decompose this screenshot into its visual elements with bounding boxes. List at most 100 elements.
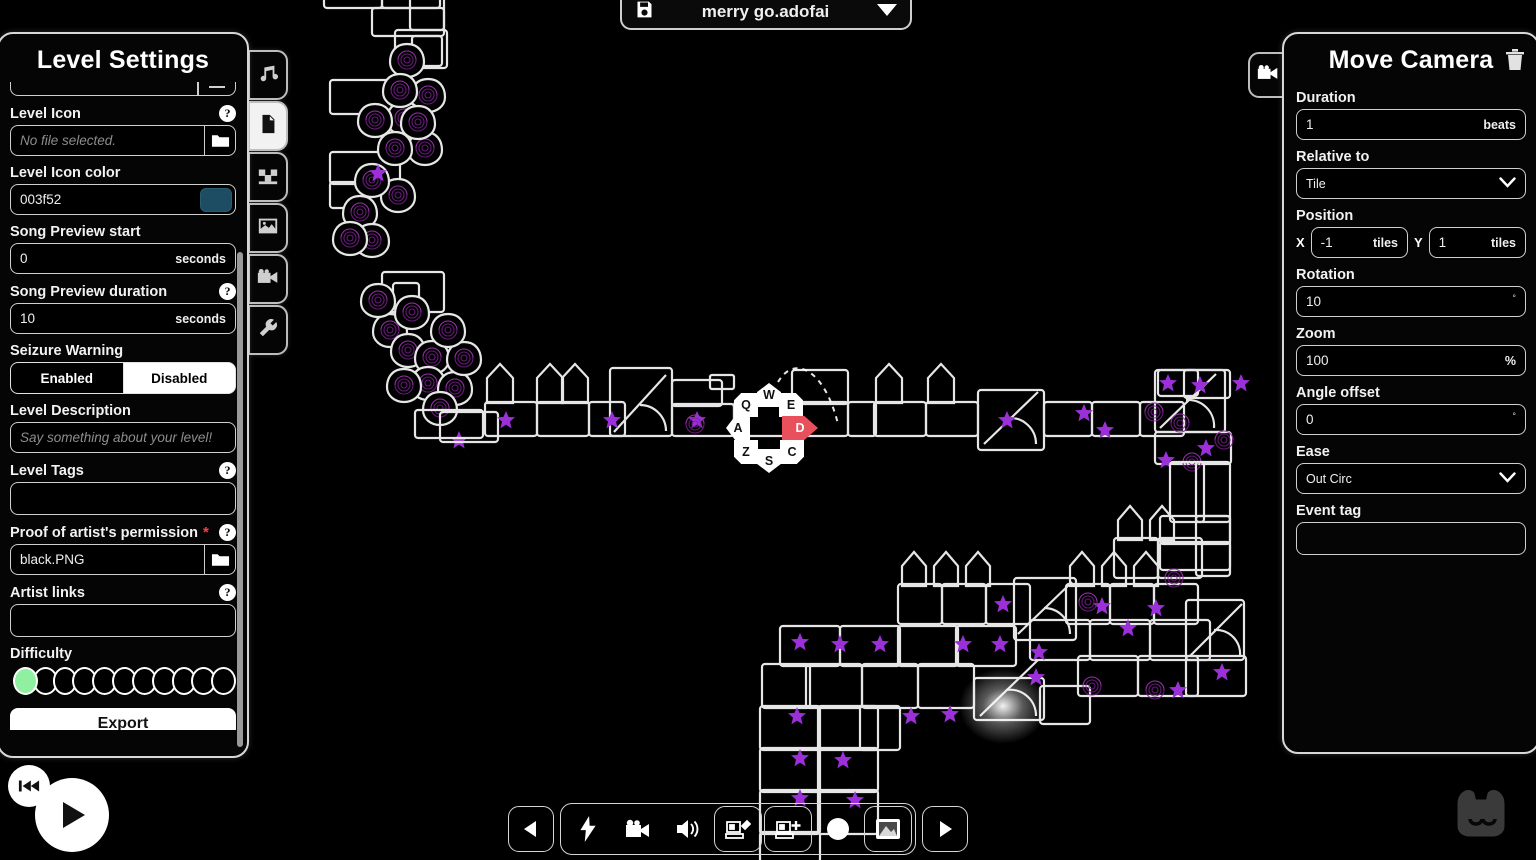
video-camera-icon	[257, 267, 279, 292]
preview-frame-button[interactable]	[864, 806, 912, 852]
duration-input[interactable]: 1 beats	[1296, 109, 1526, 140]
start-glow	[959, 668, 1047, 744]
sound-events-button[interactable]	[664, 806, 712, 852]
sidebar-item-tiles[interactable]	[248, 152, 288, 202]
page-title: Level Settings	[36, 46, 210, 74]
edit-decoration-button[interactable]	[714, 806, 762, 852]
color-swatch[interactable]	[200, 188, 232, 212]
clipped-field-above[interactable]	[10, 82, 236, 96]
add-decoration-button[interactable]	[764, 806, 812, 852]
artist-links-label: Artist links ?	[10, 584, 236, 601]
chevron-down-icon[interactable]	[876, 2, 898, 23]
bottom-toolbar	[508, 802, 1023, 856]
step-backward-button[interactable]	[508, 806, 554, 852]
level-settings-scrollbar[interactable]	[237, 252, 243, 747]
sidebar-item-level[interactable]	[248, 101, 288, 151]
level-settings-scroll-area[interactable]: Level Icon ? No file selected. Level Ico…	[0, 82, 247, 730]
relative-to-select[interactable]: Tile	[1296, 168, 1526, 199]
level-icon-label: Level Icon ?	[10, 105, 236, 122]
mascot-face-icon[interactable]	[1452, 786, 1510, 838]
unit-tiles: tiles	[1490, 235, 1516, 250]
level-tags-input[interactable]	[10, 482, 236, 515]
duration-label: Duration	[1296, 90, 1356, 106]
difficulty-pip[interactable]	[13, 667, 38, 695]
folder-icon[interactable]	[204, 544, 236, 575]
required-marker: *	[202, 524, 209, 541]
seizure-disabled-button[interactable]: Disabled	[123, 362, 236, 394]
camera-events-button[interactable]	[614, 806, 662, 852]
position-y-input[interactable]: 1 tiles	[1428, 227, 1526, 258]
unit-tiles: tiles	[1372, 235, 1398, 250]
move-camera-panel: Move Camera Duration 1 beats Relative to…	[1282, 32, 1536, 754]
relative-to-label: Relative to	[1296, 149, 1370, 165]
sidebar-item-settings[interactable]	[248, 305, 288, 355]
angle-offset-input[interactable]: 0 °	[1296, 404, 1526, 435]
help-icon-level-tags[interactable]: ?	[219, 462, 236, 479]
song-preview-start-input[interactable]: 0 seconds	[10, 243, 236, 274]
document-icon	[257, 113, 279, 140]
rotation-input[interactable]: 10 °	[1296, 286, 1526, 317]
unit-percent: %	[1504, 353, 1516, 368]
folder-icon[interactable]	[204, 125, 236, 156]
zoom-label: Zoom	[1296, 326, 1336, 342]
play-button[interactable]	[35, 778, 109, 852]
proof-of-permission-input[interactable]: black.PNG	[10, 544, 204, 575]
position-row: X -1 tiles Y 1 tiles	[1296, 227, 1526, 258]
song-preview-duration-input[interactable]: 10 seconds	[10, 303, 236, 334]
position-label: Position	[1296, 208, 1354, 224]
sidebar-item-camera[interactable]	[248, 254, 288, 304]
unit-degrees: °	[1512, 293, 1516, 303]
seizure-warning-toggle: Enabled Disabled	[10, 362, 236, 394]
level-tags-label: Level Tags ?	[10, 462, 236, 479]
proof-of-permission-label: Proof of artist's permission * ?	[10, 524, 236, 541]
song-title: merry go.adofai	[701, 2, 830, 21]
music-note-icon	[257, 62, 279, 89]
rotation-label: Rotation	[1296, 267, 1355, 283]
level-icon-color-input[interactable]: 003f52	[10, 184, 236, 215]
wrench-icon	[257, 317, 279, 344]
x-axis-label: X	[1296, 235, 1305, 250]
event-tag-input[interactable]	[1296, 522, 1526, 555]
song-preview-duration-label: Song Preview duration ?	[10, 283, 236, 300]
sidebar-item-song[interactable]	[248, 50, 288, 100]
level-icon-color-label: Level Icon color	[10, 165, 121, 181]
events-button[interactable]	[564, 806, 612, 852]
y-axis-label: Y	[1414, 235, 1423, 250]
proof-of-permission-row: black.PNG	[10, 544, 236, 575]
ease-label: Ease	[1296, 444, 1330, 460]
seizure-enabled-button[interactable]: Enabled	[10, 362, 124, 394]
angle-offset-label: Angle offset	[1296, 385, 1380, 401]
zoom-input[interactable]: 100 %	[1296, 345, 1526, 376]
help-icon-artist-links[interactable]: ?	[219, 584, 236, 601]
export-button[interactable]: Export	[10, 708, 236, 730]
save-floppy-icon[interactable]	[634, 0, 655, 25]
seizure-warning-label: Seizure Warning	[10, 343, 124, 359]
unit-beats: beats	[1483, 117, 1516, 132]
difficulty-selector[interactable]	[10, 667, 236, 695]
help-icon-proof[interactable]: ?	[219, 524, 236, 541]
chevron-down-icon	[1499, 471, 1516, 486]
help-icon-song-preview-duration[interactable]: ?	[219, 283, 236, 300]
difficulty-label: Difficulty	[10, 646, 73, 662]
position-x-input[interactable]: -1 tiles	[1310, 227, 1408, 258]
unit-degrees: °	[1512, 411, 1516, 421]
level-description-label: Level Description	[10, 403, 131, 419]
song-selector-bar[interactable]: merry go.adofai	[620, 0, 912, 30]
artist-links-input[interactable]	[10, 604, 236, 637]
level-description-input[interactable]: Say something about your level!	[10, 422, 236, 453]
unit-seconds: seconds	[175, 251, 226, 266]
event-tool-group	[560, 803, 916, 855]
chevron-down-icon	[1499, 176, 1516, 191]
step-forward-button[interactable]	[922, 806, 968, 852]
level-icon-input[interactable]: No file selected.	[10, 125, 204, 156]
unit-seconds: seconds	[175, 311, 226, 326]
sidebar-item-decorations[interactable]	[248, 203, 288, 253]
planet-toggle-button[interactable]	[814, 806, 862, 852]
image-icon	[257, 215, 279, 242]
help-icon-level-icon[interactable]: ?	[219, 105, 236, 122]
tiles-icon	[257, 164, 279, 191]
event-tag-label: Event tag	[1296, 503, 1362, 519]
ease-select[interactable]: Out Circ	[1296, 463, 1526, 494]
trash-icon[interactable]	[1504, 48, 1526, 72]
difficulty-pip[interactable]	[211, 667, 236, 695]
